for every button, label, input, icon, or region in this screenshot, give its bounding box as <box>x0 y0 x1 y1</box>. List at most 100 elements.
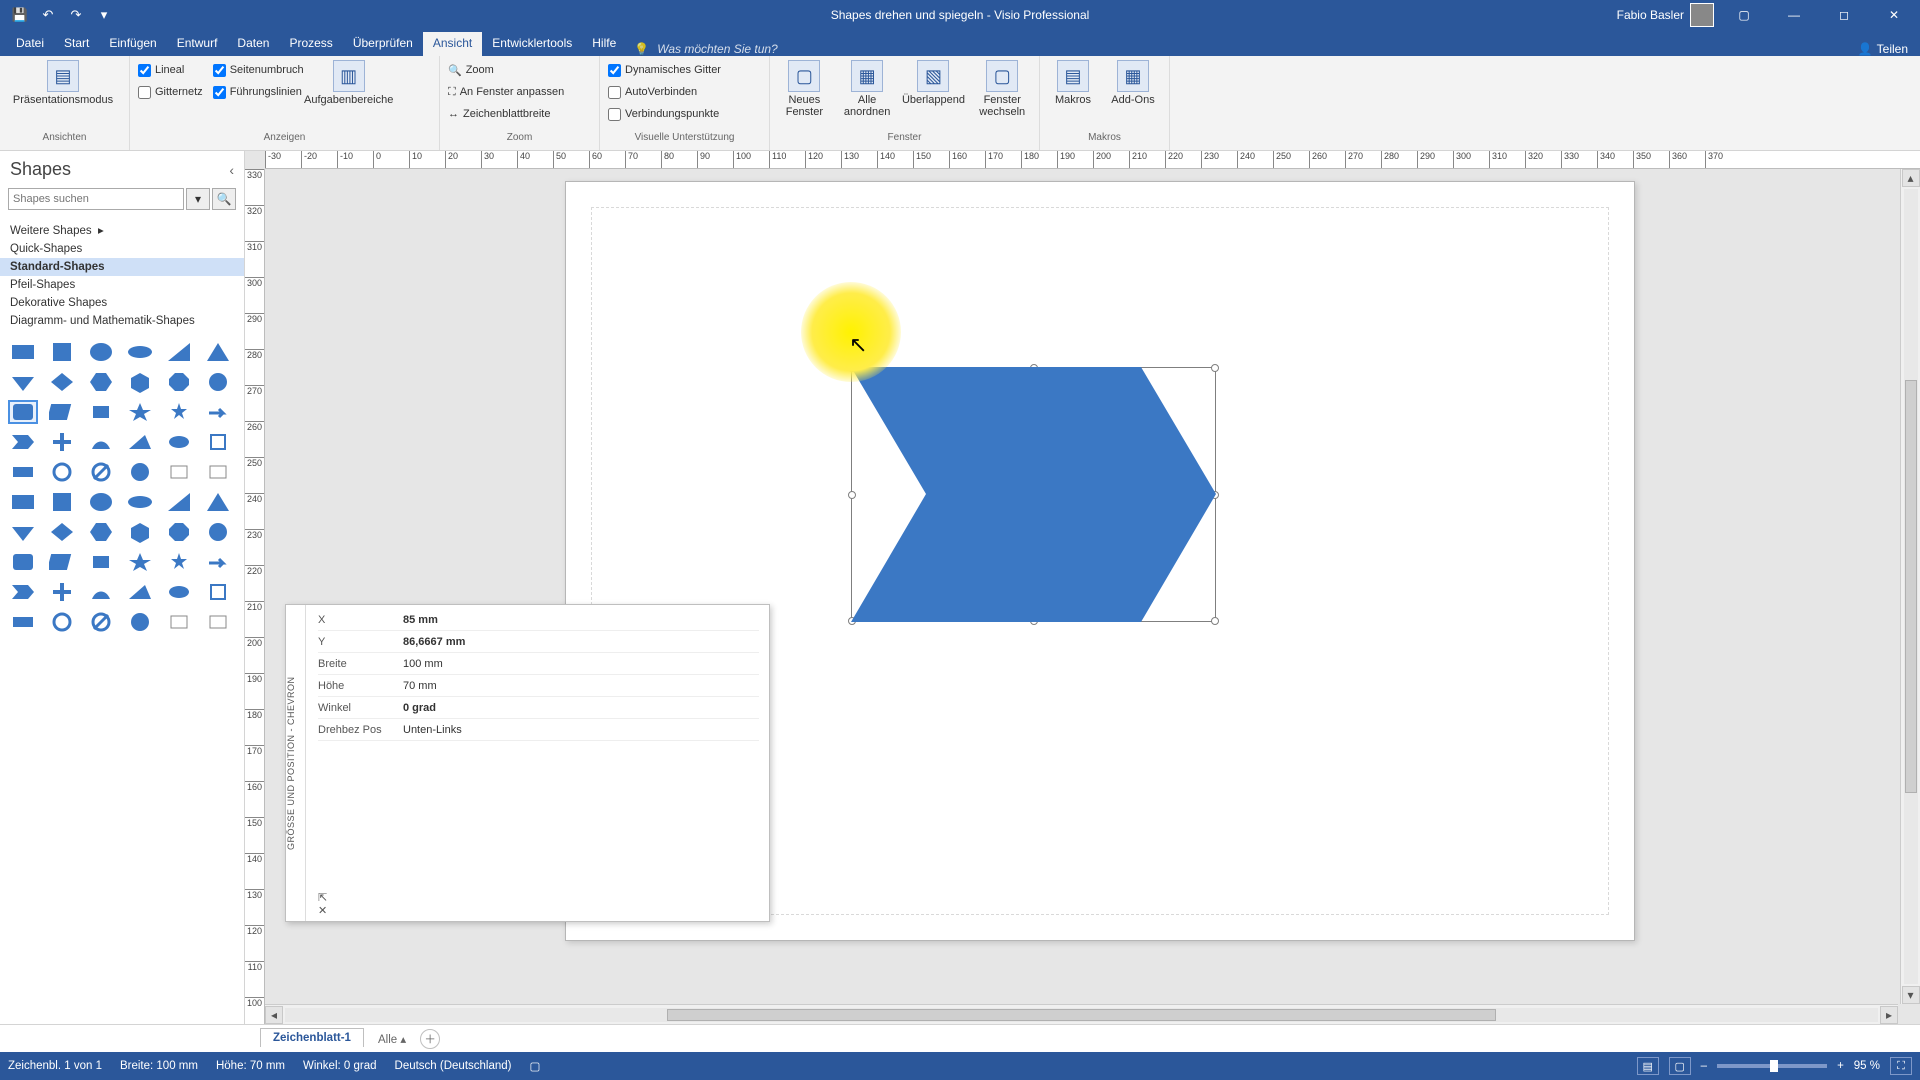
shapes-search-button[interactable]: 🔍 <box>212 188 236 210</box>
shape-stencil-item[interactable] <box>164 430 194 454</box>
tab-daten[interactable]: Daten <box>227 32 279 56</box>
shape-stencil-item[interactable] <box>47 520 77 544</box>
shape-stencil-item[interactable] <box>203 430 233 454</box>
shape-stencil-item[interactable] <box>164 490 194 514</box>
shape-stencil-item[interactable] <box>8 580 38 604</box>
macros-button[interactable]: ▤Makros <box>1048 60 1098 106</box>
zoom-in-icon[interactable]: + <box>1837 1060 1844 1072</box>
shape-stencil-item[interactable] <box>47 340 77 364</box>
cat-pfeil-shapes[interactable]: Pfeil-Shapes <box>0 276 244 294</box>
shape-stencil-item[interactable] <box>47 490 77 514</box>
shape-stencil-item[interactable] <box>8 490 38 514</box>
shape-stencil-item[interactable] <box>125 460 155 484</box>
shape-stencil-item[interactable] <box>203 370 233 394</box>
add-sheet-button[interactable]: ＋ <box>420 1029 440 1049</box>
shape-stencil-item[interactable] <box>164 580 194 604</box>
cascade-button[interactable]: ▧Überlappend <box>903 60 963 106</box>
prop-close-icon[interactable]: ✕ <box>318 904 759 917</box>
scroll-up-icon[interactable]: ▴ <box>1902 169 1920 187</box>
shape-stencil-item[interactable] <box>164 610 194 634</box>
redo-icon[interactable]: ↷ <box>66 5 86 25</box>
shape-stencil-item[interactable] <box>125 580 155 604</box>
size-position-pane[interactable]: GRÖSSE UND POSITION - CHEVRON X85 mm Y86… <box>285 604 770 922</box>
shape-stencil-item[interactable] <box>8 520 38 544</box>
shape-stencil-item[interactable] <box>203 400 233 424</box>
tab-entwicklertools[interactable]: Entwicklertools <box>482 32 582 56</box>
shapes-search-dropdown[interactable]: ▾ <box>186 188 210 210</box>
undo-icon[interactable]: ↶ <box>38 5 58 25</box>
cat-standard-shapes[interactable]: Standard-Shapes <box>0 258 244 276</box>
tab-start[interactable]: Start <box>54 32 99 56</box>
prop-hoehe[interactable]: Höhe70 mm <box>318 675 759 697</box>
prop-drehbez[interactable]: Drehbez PosUnten-Links <box>318 719 759 741</box>
horizontal-scrollbar[interactable]: ◂ ▸ <box>265 1004 1898 1024</box>
shape-stencil-item[interactable] <box>164 370 194 394</box>
addons-button[interactable]: ▦Add-Ons <box>1108 60 1158 106</box>
cat-diagramm-shapes[interactable]: Diagramm- und Mathematik-Shapes <box>0 312 244 330</box>
collapse-pane-icon[interactable]: ‹ <box>229 162 234 178</box>
shape-stencil-item[interactable] <box>164 400 194 424</box>
btn-page-width[interactable]: ↔Zeichenblattbreite <box>448 104 564 124</box>
shape-stencil-item[interactable] <box>125 370 155 394</box>
fit-page-icon[interactable]: ⛶ <box>1890 1057 1912 1075</box>
shapes-search-input[interactable] <box>8 188 184 210</box>
status-language[interactable]: Deutsch (Deutschland) <box>395 1060 512 1072</box>
scroll-left-icon[interactable]: ◂ <box>265 1006 283 1024</box>
presentation-mode-button[interactable]: ▤ Präsentationsmodus <box>8 60 118 106</box>
shape-stencil-item[interactable] <box>203 460 233 484</box>
ribbon-options-icon[interactable]: ▢ <box>1724 0 1764 30</box>
shape-stencil-item[interactable] <box>47 430 77 454</box>
prop-breite[interactable]: Breite100 mm <box>318 653 759 675</box>
shape-stencil-item[interactable] <box>125 490 155 514</box>
chk-dynamic-grid[interactable]: Dynamisches Gitter <box>608 60 721 80</box>
shape-stencil-item[interactable] <box>86 400 116 424</box>
shape-stencil-item[interactable] <box>86 550 116 574</box>
shape-stencil-item[interactable] <box>47 370 77 394</box>
shape-stencil-item[interactable] <box>86 610 116 634</box>
shape-stencil-item[interactable] <box>164 340 194 364</box>
shape-stencil-item[interactable] <box>47 580 77 604</box>
shape-stencil-item[interactable] <box>8 460 38 484</box>
shape-stencil-item[interactable] <box>203 490 233 514</box>
shape-stencil-item[interactable] <box>86 580 116 604</box>
shape-stencil-item[interactable] <box>125 520 155 544</box>
shape-stencil-item[interactable] <box>125 340 155 364</box>
tab-prozess[interactable]: Prozess <box>279 32 342 56</box>
save-icon[interactable]: 💾 <box>10 5 30 25</box>
tab-entwurf[interactable]: Entwurf <box>167 32 228 56</box>
arrange-all-button[interactable]: ▦Alle anordnen <box>841 60 894 118</box>
tab-einfuegen[interactable]: Einfügen <box>99 32 166 56</box>
zoom-slider[interactable] <box>1717 1064 1827 1068</box>
sheet-all-menu[interactable]: Alle ▴ <box>370 1029 414 1049</box>
shape-stencil-item[interactable] <box>86 430 116 454</box>
qat-customize-icon[interactable]: ▾ <box>94 5 114 25</box>
prop-y[interactable]: Y86,6667 mm <box>318 631 759 653</box>
tab-ueberpruefen[interactable]: Überprüfen <box>343 32 423 56</box>
shape-stencil-item[interactable] <box>8 550 38 574</box>
shape-stencil-item[interactable] <box>47 610 77 634</box>
zoom-out-icon[interactable]: – <box>1701 1060 1707 1072</box>
shape-stencil-item[interactable] <box>203 550 233 574</box>
switch-window-button[interactable]: ▢Fenster wechseln <box>973 60 1031 118</box>
chk-seitenumbruch[interactable]: Seitenumbruch <box>213 60 304 80</box>
prop-pin-icon[interactable]: ⇱ <box>318 891 759 904</box>
shape-stencil-item[interactable] <box>47 400 77 424</box>
shape-stencil-item[interactable] <box>8 340 38 364</box>
shape-stencil-item[interactable] <box>8 370 38 394</box>
maximize-icon[interactable]: ◻ <box>1824 0 1864 30</box>
shape-stencil-item[interactable] <box>203 610 233 634</box>
tab-datei[interactable]: Datei <box>6 32 54 56</box>
shape-stencil-item[interactable] <box>203 520 233 544</box>
chk-gitternetz[interactable]: Gitternetz <box>138 82 203 102</box>
shape-stencil-item[interactable] <box>86 490 116 514</box>
macro-record-icon[interactable]: ▢ <box>530 1059 541 1073</box>
shape-stencil-item[interactable] <box>125 610 155 634</box>
shape-stencil-item[interactable] <box>47 460 77 484</box>
chk-autoconnect[interactable]: AutoVerbinden <box>608 82 721 102</box>
chk-lineal[interactable]: Lineal <box>138 60 203 80</box>
shape-stencil-item[interactable] <box>125 550 155 574</box>
shape-stencil-item[interactable] <box>125 400 155 424</box>
shape-stencil-item[interactable] <box>125 430 155 454</box>
zoom-level[interactable]: 95 % <box>1854 1060 1880 1072</box>
shape-stencil-item[interactable] <box>8 400 38 424</box>
